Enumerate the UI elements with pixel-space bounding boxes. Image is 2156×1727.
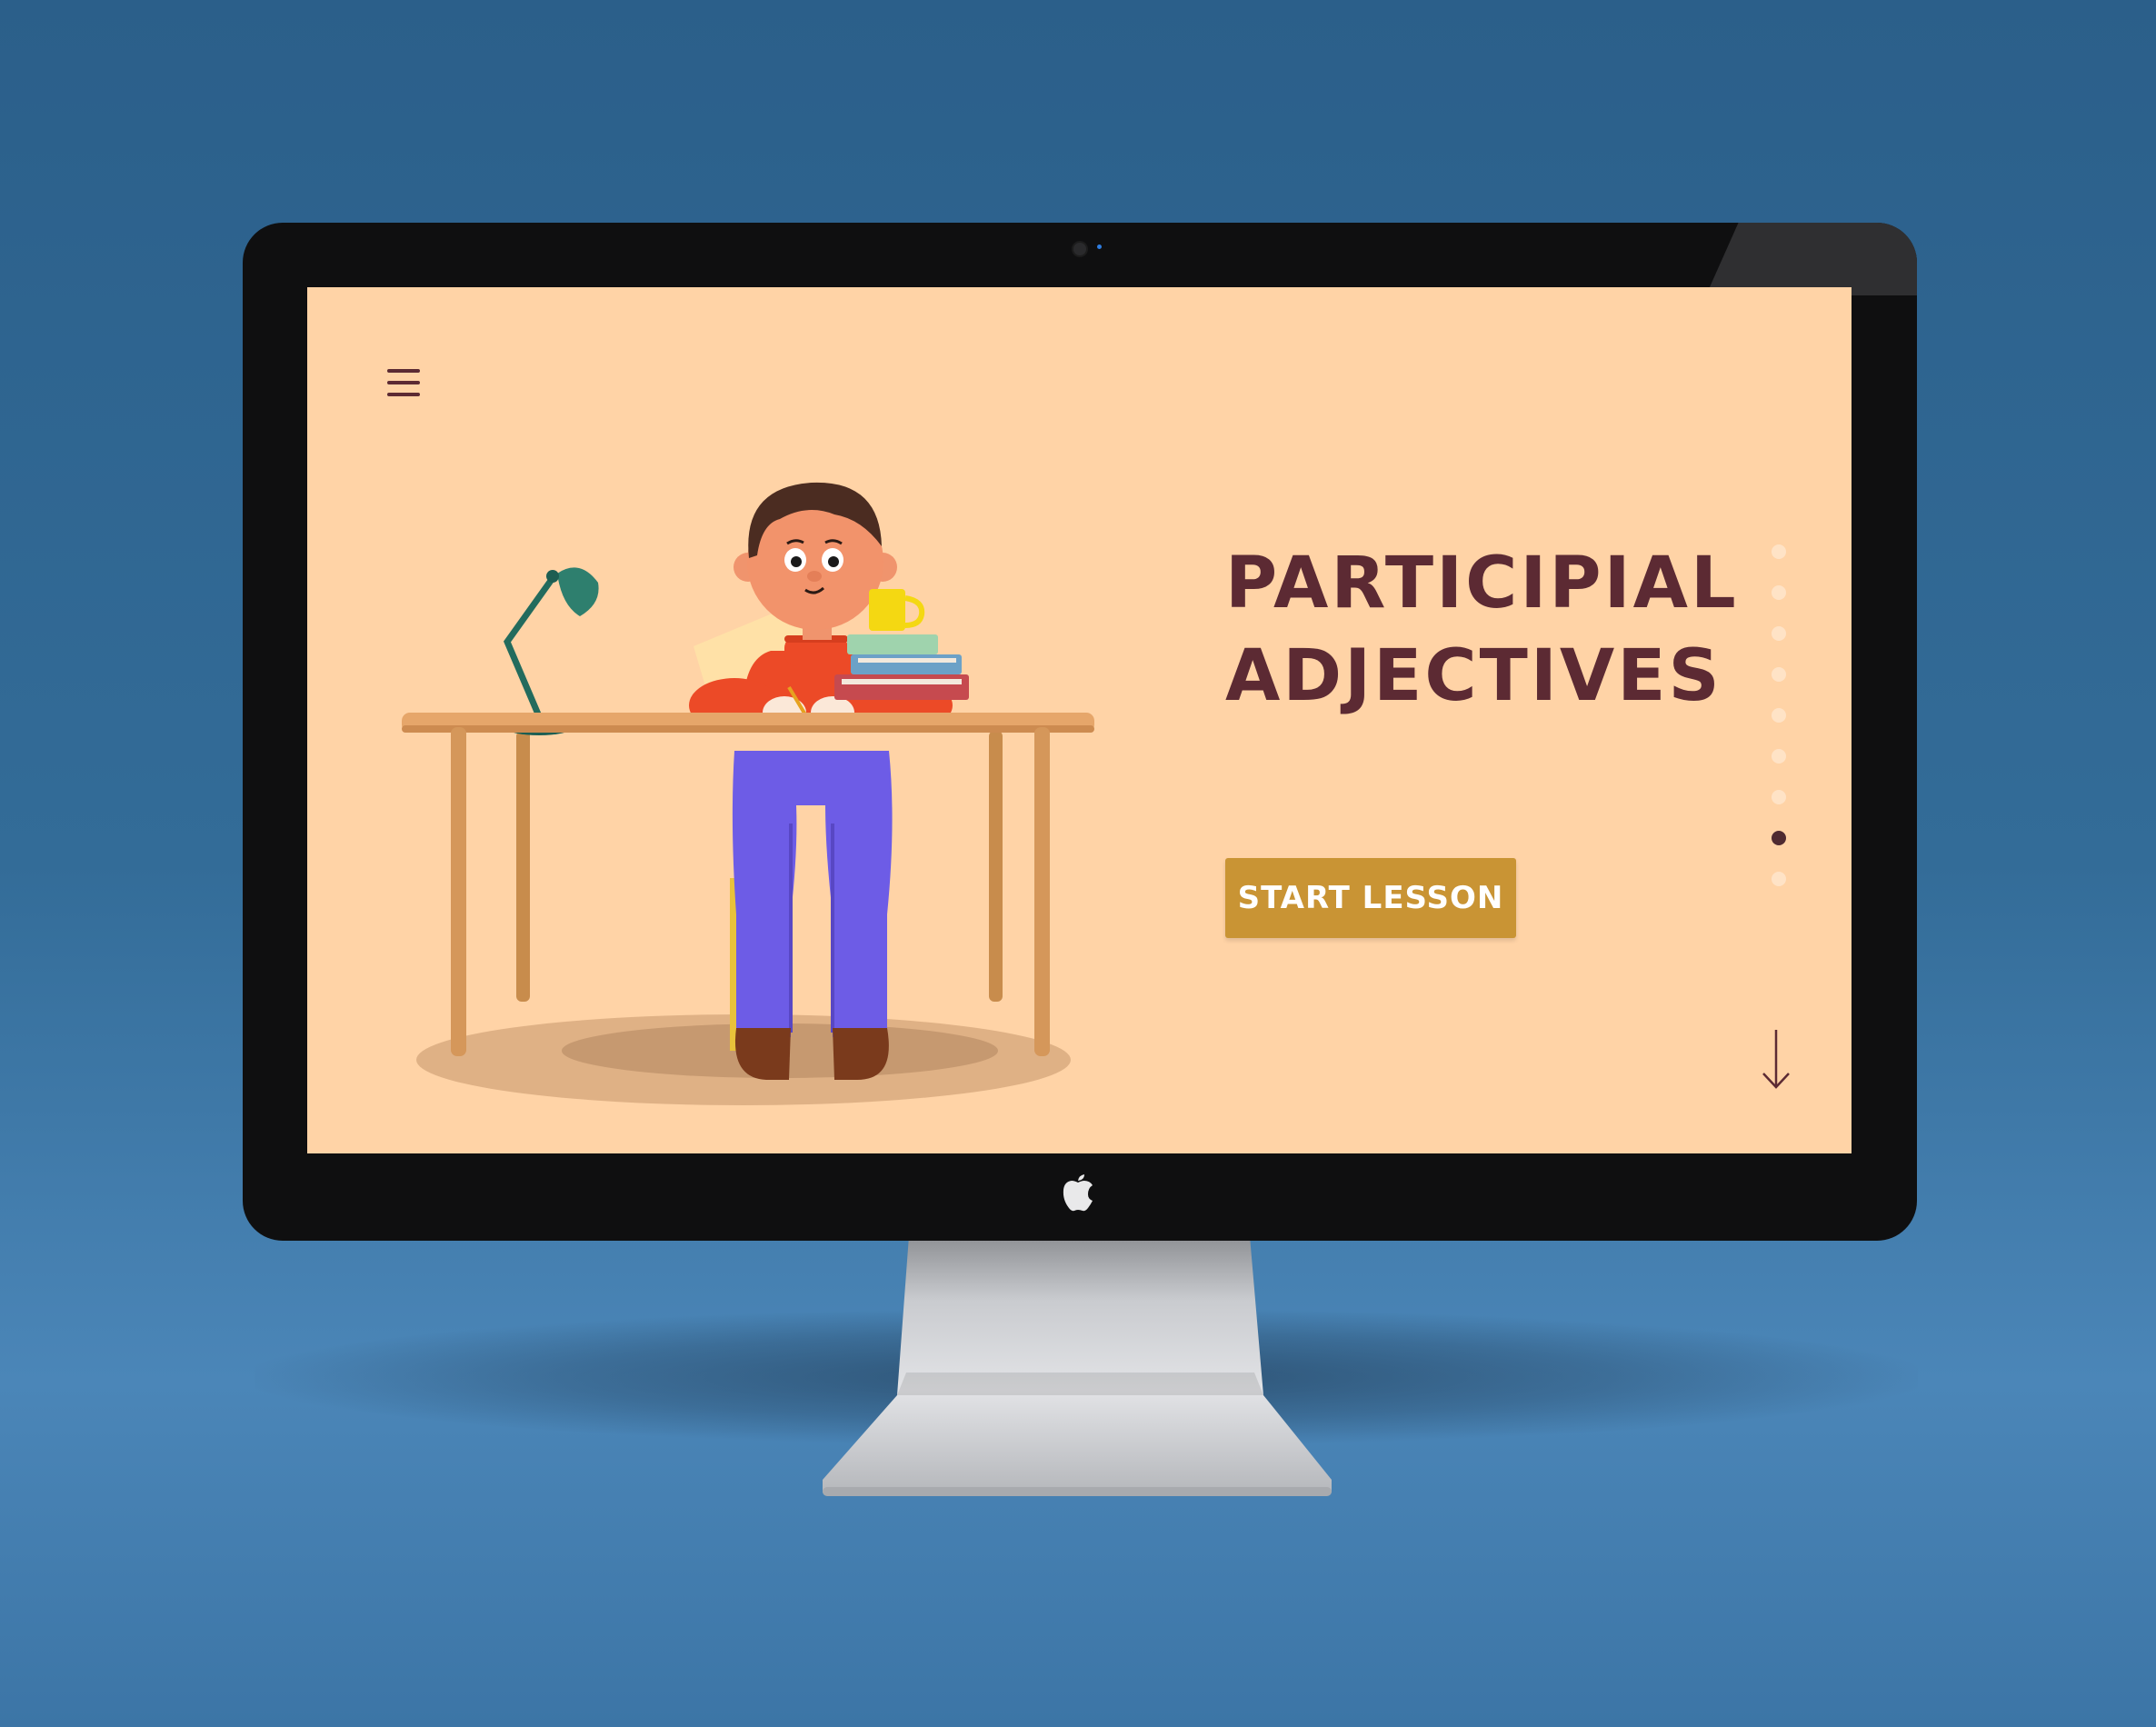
pagination-dot[interactable] bbox=[1772, 708, 1786, 723]
lesson-title-line1: PARTICIPIAL bbox=[1225, 543, 1739, 624]
pagination-dot[interactable] bbox=[1772, 544, 1786, 559]
pagination-dot[interactable] bbox=[1772, 749, 1786, 764]
pagination-dot[interactable] bbox=[1772, 872, 1786, 886]
pagination-dot[interactable] bbox=[1772, 585, 1786, 600]
pagination-dot[interactable] bbox=[1772, 667, 1786, 682]
hamburger-menu-icon[interactable] bbox=[387, 367, 420, 398]
bezel-glare bbox=[1779, 223, 1917, 295]
webcam-led bbox=[1097, 245, 1102, 249]
pagination-dot[interactable] bbox=[1772, 831, 1786, 845]
lesson-title-line2: ADJECTIVES bbox=[1225, 635, 1722, 717]
monitor-stand bbox=[823, 1236, 1332, 1496]
lesson-screen: PARTICIPIAL ADJECTIVES START LESSON bbox=[307, 287, 1852, 1153]
apple-logo-icon bbox=[1063, 1174, 1093, 1212]
arrow-down-icon[interactable] bbox=[1760, 1028, 1792, 1092]
slide-pagination bbox=[1770, 544, 1792, 926]
monitor-frame: PARTICIPIAL ADJECTIVES START LESSON bbox=[243, 223, 1917, 1241]
webcam bbox=[1072, 241, 1088, 257]
pagination-dot[interactable] bbox=[1772, 790, 1786, 804]
lesson-title: PARTICIPIAL ADJECTIVES bbox=[1225, 537, 1739, 723]
start-lesson-button[interactable]: START LESSON bbox=[1225, 858, 1516, 938]
pagination-dot[interactable] bbox=[1772, 626, 1786, 641]
student-at-desk-illustration bbox=[402, 482, 1094, 1105]
